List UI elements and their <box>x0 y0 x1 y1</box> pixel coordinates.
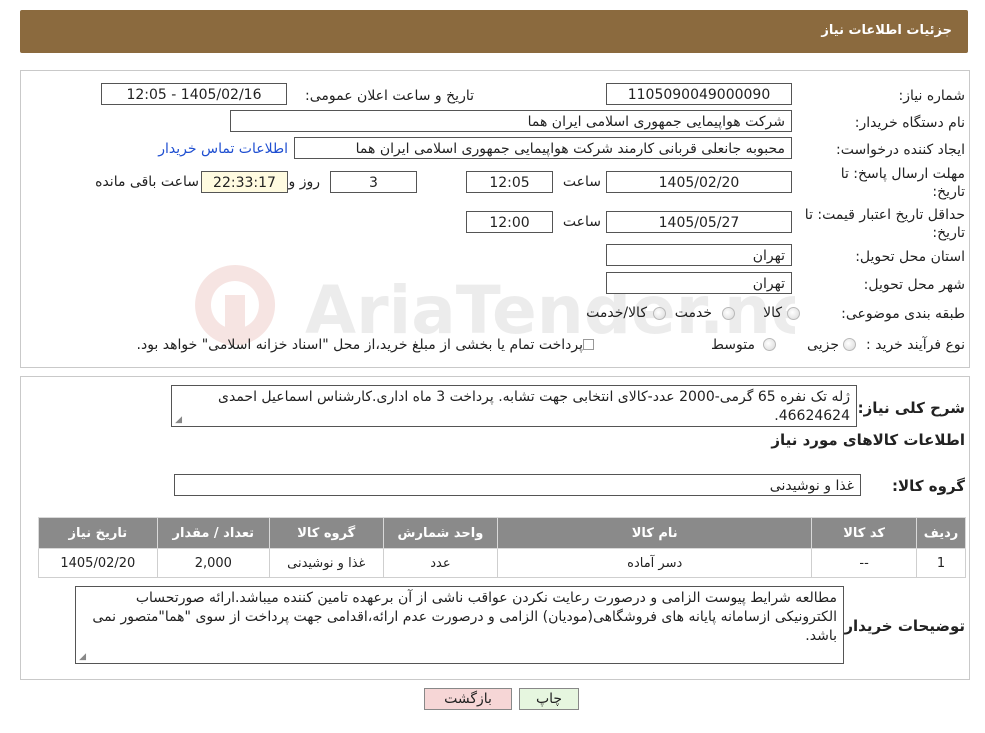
process-note: پرداخت تمام یا بخشی از مبلغ خرید،از محل … <box>136 337 583 353</box>
need-number-label: شماره نیاز: <box>898 88 966 104</box>
buyer-org-field: شرکت هواپیمایی جمهوری اسلامی ایران هما <box>230 110 792 132</box>
deadline-time-label: ساعت <box>562 174 601 190</box>
print-button[interactable]: چاپ <box>519 688 579 710</box>
buyer-org-label: نام دستگاه خریدار: <box>854 115 965 131</box>
validity-label: حداقل تاریخ اعتبار قیمت: تا <box>804 207 965 223</box>
deadline-label: مهلت ارسال پاسخ: تا <box>840 166 965 182</box>
description-text: ژله تک نفره 65 گرمی-2000 عدد-کالای انتخا… <box>218 389 850 424</box>
cell-unit: عدد <box>382 548 499 578</box>
validity-time-label: ساعت <box>562 214 601 230</box>
deadline-date-field: 1405/02/20 <box>606 171 792 193</box>
page-header: جزئیات اطلاعات نیاز <box>20 10 968 53</box>
treasury-checkbox[interactable] <box>583 339 594 350</box>
need-number-field: 1105090049000090 <box>606 83 792 105</box>
category-radio-goods[interactable] <box>787 307 800 320</box>
cell-group: غذا و نوشیدنی <box>268 548 384 578</box>
buyer-notes-textarea[interactable]: مطالعه شرایط پیوست الزامی و درصورت رعایت… <box>75 586 844 664</box>
process-option-medium: متوسط <box>711 337 755 353</box>
city-label: شهر محل تحویل: <box>863 277 965 293</box>
table-row: 1 -- دسر آماده عدد غذا و نوشیدنی 2,000 1… <box>38 548 966 578</box>
process-label: نوع فرآیند خرید : <box>866 337 965 353</box>
goods-section-title: اطلاعات کالاهای مورد نیاز <box>771 431 965 449</box>
goods-table: ردیف کد کالا نام کالا واحد شمارش گروه کا… <box>38 517 966 578</box>
category-option-goods-service: کالا/خدمت <box>586 305 647 321</box>
buyer-notes-text: مطالعه شرایط پیوست الزامی و درصورت رعایت… <box>92 590 837 644</box>
creator-label: ایجاد کننده درخواست: <box>836 142 965 158</box>
resize-grip-icon[interactable]: ◢ <box>174 416 182 425</box>
col-quantity: تعداد / مقدار <box>156 517 270 549</box>
category-radio-service[interactable] <box>722 307 735 320</box>
process-radio-medium[interactable] <box>763 338 776 351</box>
col-group: گروه کالا <box>268 517 384 549</box>
category-option-goods: کالا <box>763 305 782 321</box>
process-option-minor: جزیی <box>807 337 839 353</box>
validity-date-field: 1405/05/27 <box>606 211 792 233</box>
description-label: شرح کلی نیاز: <box>857 399 965 417</box>
back-button[interactable]: بازگشت <box>424 688 512 710</box>
remaining-time-field: 22:33:17 <box>201 171 288 193</box>
remaining-label: ساعت باقی مانده <box>95 174 199 190</box>
category-radio-goods-service[interactable] <box>653 307 666 320</box>
cell-quantity: 2,000 <box>156 548 270 578</box>
cell-name: دسر آماده <box>497 548 813 578</box>
category-label: طبقه بندی موضوعی: <box>841 306 965 322</box>
cell-code: -- <box>811 548 918 578</box>
description-textarea[interactable]: ژله تک نفره 65 گرمی-2000 عدد-کالای انتخا… <box>171 385 857 427</box>
validity-label-2: تاریخ: <box>932 225 965 241</box>
province-label: استان محل تحویل: <box>855 249 965 265</box>
validity-time-field: 12:00 <box>466 211 553 233</box>
province-field: تهران <box>606 244 792 266</box>
days-field: 3 <box>330 171 417 193</box>
buyer-contact-link[interactable]: اطلاعات تماس خریدار <box>158 141 288 157</box>
category-option-service: خدمت <box>674 305 712 321</box>
deadline-time-field: 12:05 <box>466 171 553 193</box>
announce-label: تاریخ و ساعت اعلان عمومی: <box>305 88 474 104</box>
buyer-notes-label: توضیحات خریدار: <box>838 617 965 635</box>
col-name: نام کالا <box>497 517 813 549</box>
announce-field: 1405/02/16 - 12:05 <box>101 83 287 105</box>
cell-need-date: 1405/02/20 <box>38 548 158 578</box>
page-title: جزئیات اطلاعات نیاز <box>821 23 952 38</box>
col-need-date: تاریخ نیاز <box>38 517 158 549</box>
goods-group-field: غذا و نوشیدنی <box>174 474 861 496</box>
deadline-label-2: تاریخ: <box>932 184 965 200</box>
process-radio-minor[interactable] <box>843 338 856 351</box>
col-unit: واحد شمارش <box>382 517 499 549</box>
cell-row: 1 <box>916 548 966 578</box>
goods-table-header: ردیف کد کالا نام کالا واحد شمارش گروه کا… <box>38 517 966 549</box>
city-field: تهران <box>606 272 792 294</box>
days-label: روز و <box>288 174 321 190</box>
goods-group-label: گروه کالا: <box>892 477 965 495</box>
col-row: ردیف <box>916 517 966 549</box>
creator-field: محبوبه جانعلی قربانی کارمند شرکت هواپیما… <box>294 137 792 159</box>
resize-grip-icon[interactable]: ◢ <box>78 653 86 662</box>
col-code: کد کالا <box>811 517 918 549</box>
